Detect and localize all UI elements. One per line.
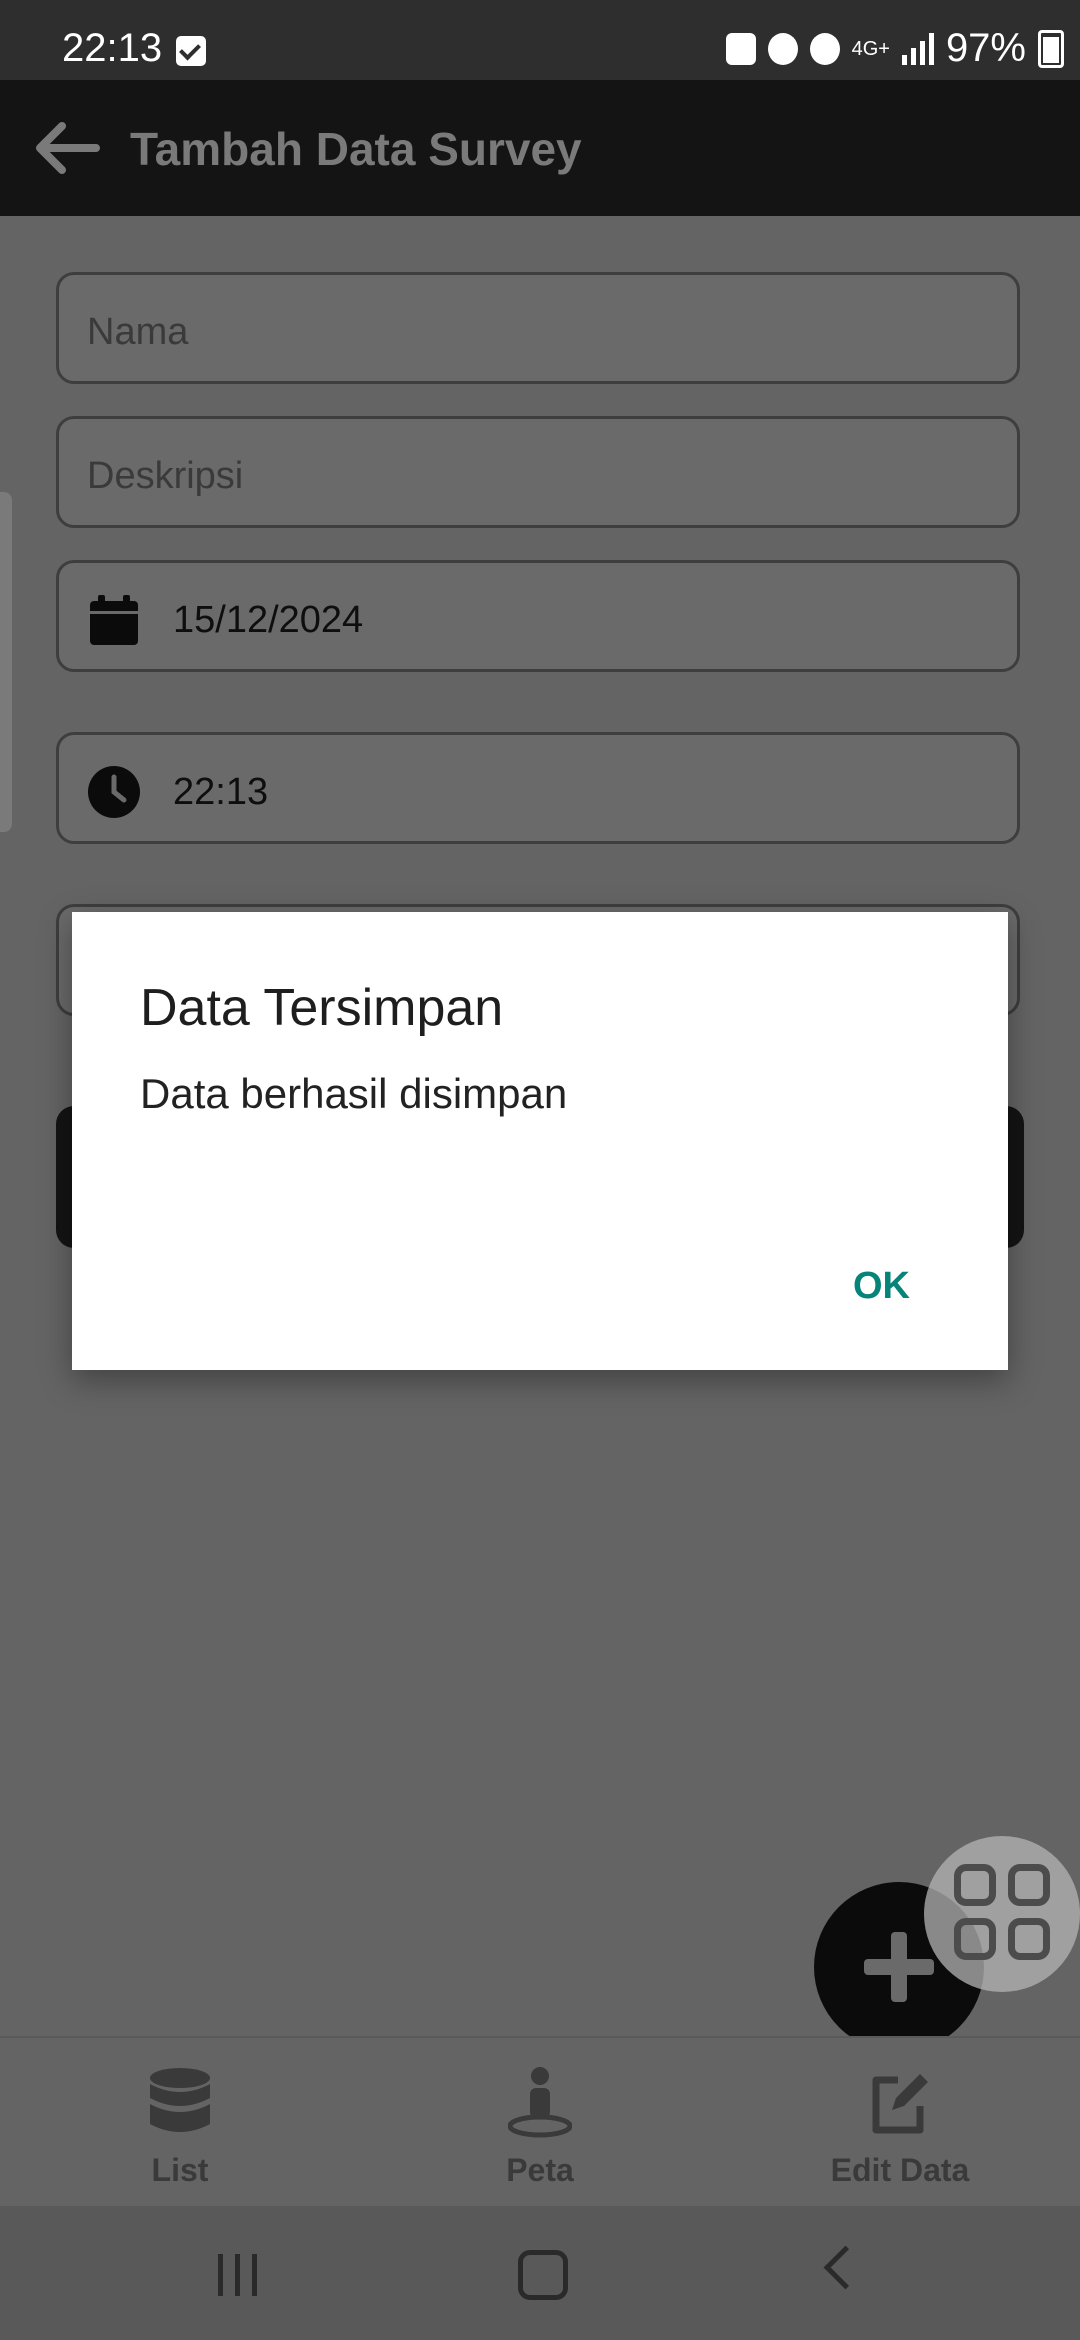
date-value: 15/12/2024 bbox=[173, 599, 364, 641]
deskripsi-placeholder: Deskripsi bbox=[87, 455, 244, 497]
status-time: 22:13 bbox=[62, 26, 163, 70]
alert-dialog: Data Tersimpan Data berhasil disimpan OK bbox=[72, 912, 1008, 1370]
signal-icon bbox=[901, 32, 934, 65]
system-back-button[interactable] bbox=[823, 2245, 868, 2290]
app-bar: Tambah Data Survey bbox=[0, 80, 1080, 216]
clock-icon bbox=[88, 766, 140, 818]
home-button[interactable] bbox=[518, 2250, 568, 2300]
floating-menu-button[interactable] bbox=[924, 1836, 1080, 1992]
plus-icon-vertical bbox=[891, 1932, 907, 2002]
system-navigation-bar bbox=[0, 2206, 1080, 2340]
nav-item-peta[interactable]: Peta bbox=[410, 2058, 670, 2198]
person-pin-icon bbox=[508, 2067, 572, 2138]
recent-apps-button[interactable] bbox=[216, 2254, 260, 2296]
time-field[interactable]: 22:13 bbox=[56, 732, 1020, 844]
dialog-title: Data Tersimpan bbox=[140, 979, 504, 1037]
battery-charging-icon bbox=[1038, 29, 1064, 68]
nav-item-edit-data[interactable]: Edit Data bbox=[770, 2058, 1030, 2198]
status-icons: 4G+ 97% bbox=[725, 26, 1064, 71]
edit-icon bbox=[872, 2074, 928, 2134]
ok-button[interactable]: OK bbox=[853, 1265, 910, 1308]
alarm-icon bbox=[767, 32, 798, 65]
nama-input[interactable]: Nama bbox=[56, 272, 1020, 384]
dialog-message: Data berhasil disimpan bbox=[140, 1070, 568, 1117]
network-type: 4G+ bbox=[851, 37, 890, 60]
edge-panel-handle[interactable] bbox=[0, 492, 12, 832]
grid-icon-part bbox=[1008, 1864, 1050, 1906]
grid-icon-part bbox=[954, 1918, 996, 1960]
status-bar: 22:13 4G+ 97% bbox=[0, 0, 1080, 80]
date-field[interactable]: 15/12/2024 bbox=[56, 560, 1020, 672]
battery-saver-icon bbox=[725, 32, 756, 65]
deskripsi-input[interactable]: Deskripsi bbox=[56, 416, 1020, 528]
page-title: Tambah Data Survey bbox=[130, 123, 582, 175]
nav-label-peta: Peta bbox=[506, 2152, 574, 2188]
calendar-icon bbox=[90, 595, 138, 645]
hotspot-icon bbox=[809, 32, 840, 65]
nav-item-list[interactable]: List bbox=[50, 2058, 310, 2198]
back-arrow-icon[interactable] bbox=[36, 122, 100, 174]
nav-label-list: List bbox=[151, 2152, 209, 2188]
nama-placeholder: Nama bbox=[87, 311, 189, 353]
grid-icon bbox=[954, 1864, 996, 1906]
time-value: 22:13 bbox=[173, 771, 269, 813]
bottom-navigation: List Peta Edit Data bbox=[0, 2036, 1080, 2208]
checkbox-notification-icon bbox=[176, 36, 206, 66]
nav-label-edit-data: Edit Data bbox=[830, 2152, 970, 2188]
battery-percent: 97% bbox=[945, 26, 1026, 70]
database-icon bbox=[150, 2068, 210, 2132]
grid-icon-part bbox=[1008, 1918, 1050, 1960]
